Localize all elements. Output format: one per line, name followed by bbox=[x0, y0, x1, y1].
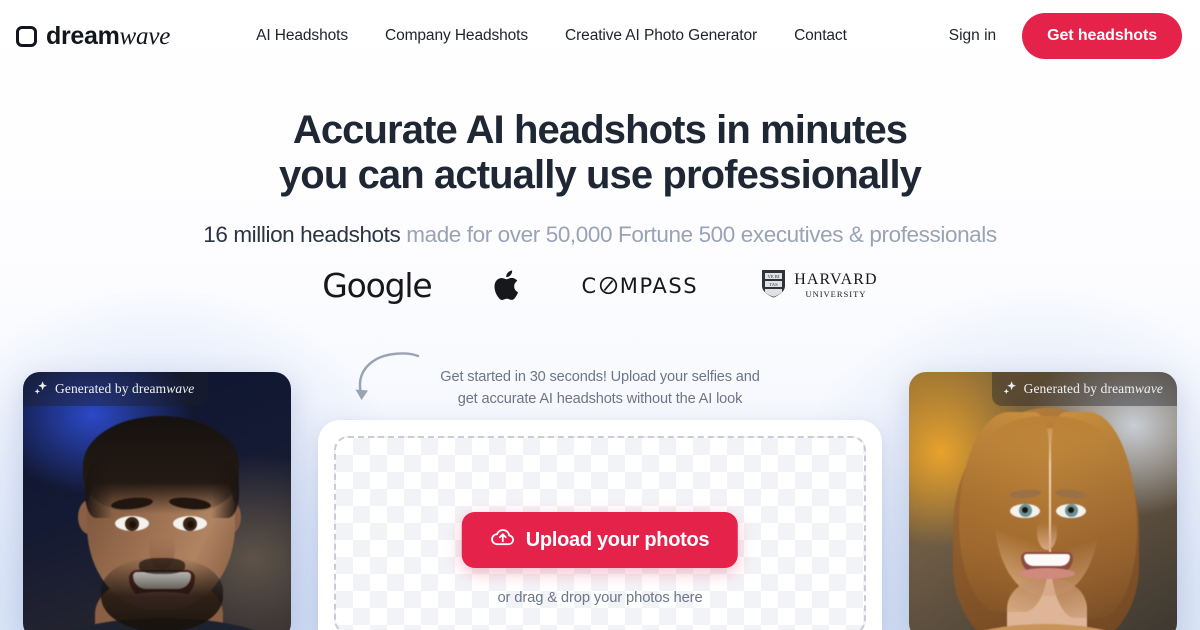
generated-badge-text: Generated by dreamwave bbox=[55, 381, 195, 396]
photo-dropzone[interactable]: Upload your photos or drag & drop your p… bbox=[334, 436, 866, 630]
google-logo: Google bbox=[322, 266, 432, 305]
subtitle-highlight: 16 million headshots bbox=[203, 221, 401, 247]
sparkle-icon bbox=[34, 380, 48, 398]
cloud-upload-icon bbox=[491, 527, 515, 553]
compass-text-before: C bbox=[581, 273, 598, 298]
sparkle-icon bbox=[1003, 380, 1017, 398]
portrait-woman-image bbox=[909, 372, 1177, 630]
subtitle-rest: made for over 50,000 Fortune 500 executi… bbox=[400, 221, 997, 247]
brand-logo[interactable]: dreamwave bbox=[16, 21, 171, 50]
header-actions: Sign in Get headshots bbox=[949, 13, 1182, 59]
nav-item-creative-ai-photo-generator[interactable]: Creative AI Photo Generator bbox=[565, 27, 757, 45]
sign-in-link[interactable]: Sign in bbox=[949, 27, 996, 45]
get-headshots-button[interactable]: Get headshots bbox=[1022, 13, 1182, 59]
generated-photo-card-right[interactable]: Generated by dreamwave bbox=[909, 372, 1177, 630]
hero-section: Accurate AI headshots in minutes you can… bbox=[0, 108, 1200, 249]
headline-line-1: Accurate AI headshots in minutes bbox=[292, 108, 908, 152]
main-navigation: AI Headshots Company Headshots Creative … bbox=[256, 27, 847, 45]
hero-subtitle: 16 million headshots made for over 50,00… bbox=[0, 220, 1200, 249]
brand-word-wave: wave bbox=[119, 22, 171, 50]
helper-line-2: get accurate AI headshots without the AI… bbox=[457, 391, 743, 408]
compass-slashed-o-icon bbox=[599, 276, 618, 295]
upload-panel: Upload your photos or drag & drop your p… bbox=[318, 420, 882, 630]
nav-item-ai-headshots[interactable]: AI Headshots bbox=[256, 27, 348, 45]
generated-badge-text: Generated by dreamwave bbox=[1023, 381, 1163, 396]
harvard-wordmark: HARVARD UNIVERSITY bbox=[794, 272, 877, 299]
svg-text:VE RI: VE RI bbox=[768, 274, 780, 279]
page-title: Accurate AI headshots in minutes you can… bbox=[0, 108, 1200, 198]
harvard-shield-icon: VE RI TAS bbox=[760, 268, 787, 303]
headline-line-2: you can actually use professionally bbox=[278, 152, 922, 197]
site-header: dreamwave AI Headshots Company Headshots… bbox=[0, 0, 1200, 72]
trusted-by-logos: Google C MPASS VE RI TAS HARVARD UNIVERS… bbox=[0, 268, 1200, 303]
harvard-subtitle: UNIVERSITY bbox=[805, 289, 867, 300]
compass-logo: C MPASS bbox=[581, 274, 698, 298]
brand-wordmark: dreamwave bbox=[46, 21, 171, 50]
portrait-man-image bbox=[23, 372, 291, 630]
generated-badge-right: Generated by dreamwave bbox=[991, 372, 1177, 406]
page-root: dreamwave AI Headshots Company Headshots… bbox=[0, 0, 1200, 630]
brand-word-dream: dream bbox=[46, 21, 120, 50]
generated-photo-card-left[interactable]: Generated by dreamwave bbox=[23, 372, 291, 630]
apple-logo bbox=[493, 270, 519, 302]
drag-drop-hint: or drag & drop your photos here bbox=[497, 590, 703, 606]
compass-text-after: MPASS bbox=[619, 273, 699, 298]
harvard-logo: VE RI TAS HARVARD UNIVERSITY bbox=[760, 268, 877, 303]
rounded-square-icon bbox=[16, 25, 37, 47]
generated-badge-left: Generated by dreamwave bbox=[23, 372, 209, 406]
harvard-name: HARVARD bbox=[794, 271, 878, 289]
svg-text:TAS: TAS bbox=[770, 282, 779, 287]
helper-line-1: Get started in 30 seconds! Upload your s… bbox=[440, 369, 760, 385]
upload-button-label: Upload your photos bbox=[525, 528, 710, 551]
helper-text: Get started in 30 seconds! Upload your s… bbox=[400, 366, 800, 410]
upload-photos-button[interactable]: Upload your photos bbox=[461, 512, 739, 568]
nav-item-company-headshots[interactable]: Company Headshots bbox=[385, 27, 528, 45]
nav-item-contact[interactable]: Contact bbox=[794, 27, 847, 45]
